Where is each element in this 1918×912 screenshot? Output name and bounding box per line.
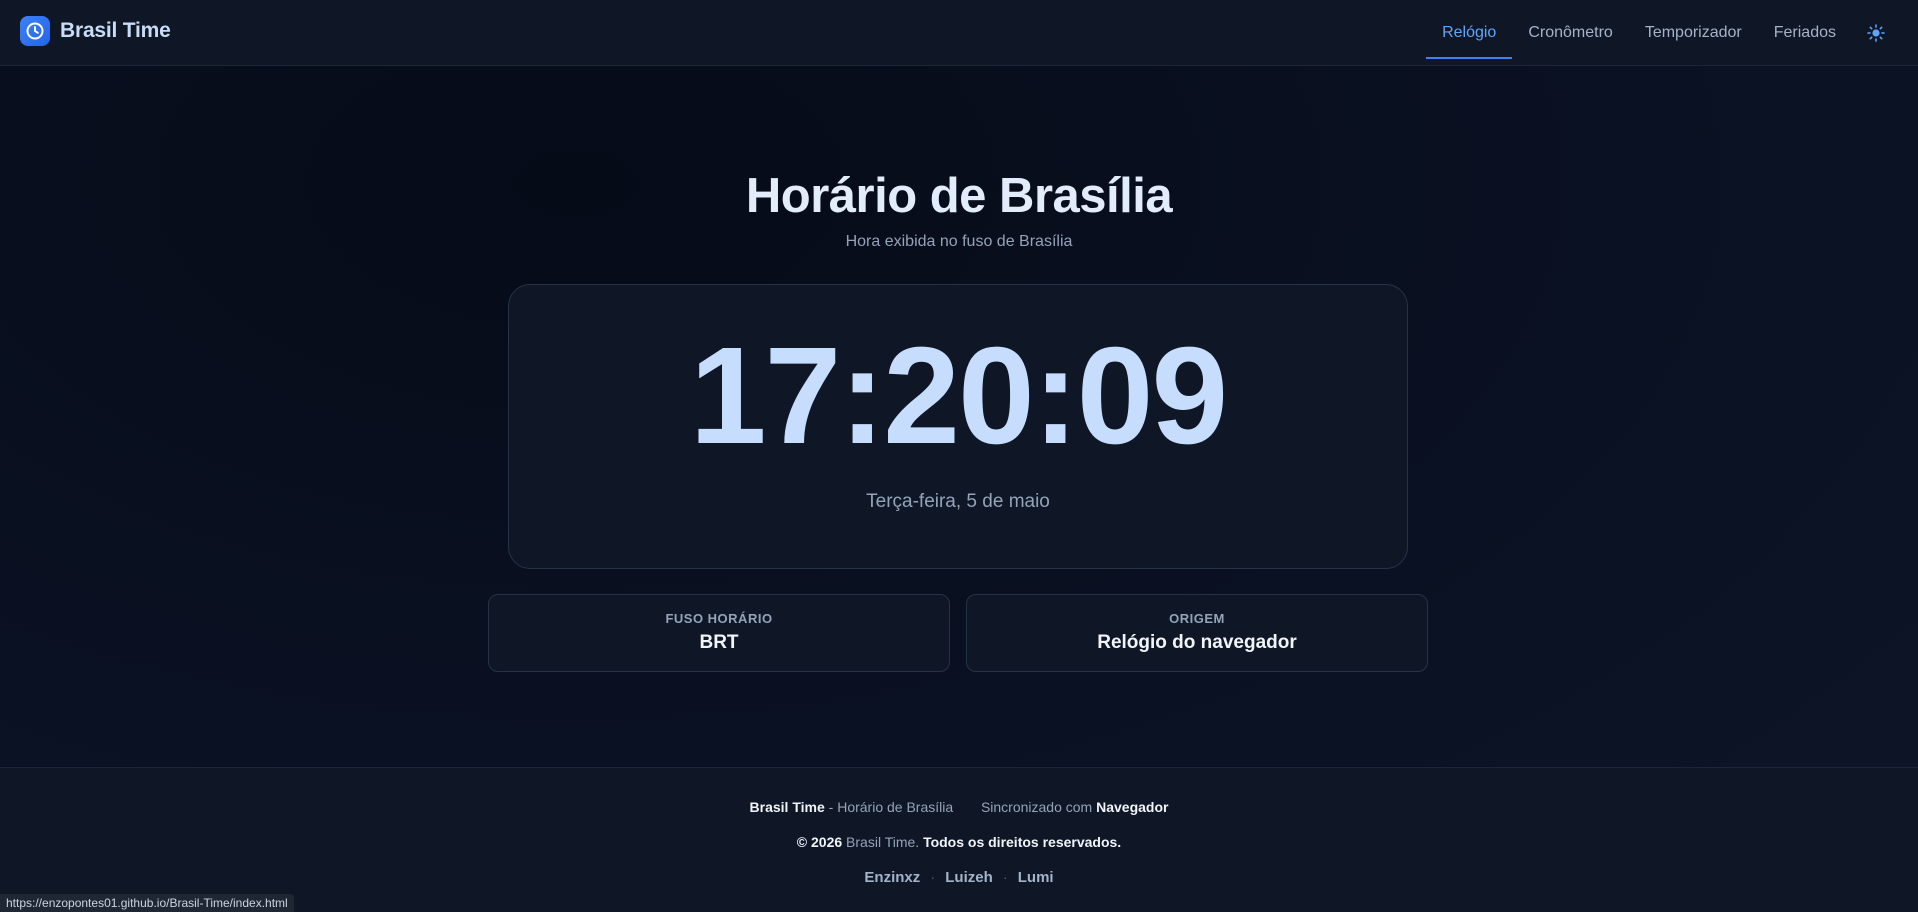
timezone-label: FUSO HORÁRIO bbox=[665, 611, 773, 626]
footer-brand: Brasil Time bbox=[749, 799, 825, 815]
clock-logo-icon bbox=[20, 16, 50, 46]
timezone-card: FUSO HORÁRIO BRT bbox=[488, 594, 950, 672]
theme-toggle-button[interactable] bbox=[1856, 13, 1896, 53]
copyright-prefix: © 2026 bbox=[796, 834, 843, 850]
footer-info: Brasil Time - Horário de Brasília Sincro… bbox=[0, 799, 1918, 815]
origin-label: ORIGEM bbox=[1169, 611, 1225, 626]
credit-link-enzinxz[interactable]: Enzinxz bbox=[864, 869, 920, 886]
footer: Brasil Time - Horário de Brasília Sincro… bbox=[0, 767, 1918, 912]
clock-time: 17:20:09 bbox=[689, 319, 1228, 473]
copyright-suffix: Todos os direitos reservados. bbox=[923, 834, 1122, 850]
brand[interactable]: Brasil Time bbox=[20, 16, 171, 46]
brand-name: Brasil Time bbox=[60, 19, 171, 42]
timezone-value: BRT bbox=[699, 632, 739, 653]
nav-item-feriados[interactable]: Feriados bbox=[1758, 7, 1852, 59]
nav-item-temporizador[interactable]: Temporizador bbox=[1629, 7, 1758, 59]
separator-dot: · bbox=[1002, 869, 1008, 886]
page-title: Horário de Brasília bbox=[745, 169, 1173, 223]
separator-dot: · bbox=[930, 869, 936, 886]
status-bar-url: https://enzopontes01.github.io/Brasil-Ti… bbox=[0, 894, 294, 912]
credit-link-lumi[interactable]: Lumi bbox=[1018, 869, 1054, 886]
copyright-brand: Brasil Time. bbox=[846, 834, 920, 850]
footer-copyright: © 2026 Brasil Time. Todos os direitos re… bbox=[0, 834, 1918, 850]
page-subtitle: Hora exibida no fuso de Brasília bbox=[845, 233, 1073, 250]
footer-credits: Enzinxz · Luizeh · Lumi bbox=[0, 869, 1918, 886]
credit-link-luizeh[interactable]: Luizeh bbox=[945, 869, 993, 886]
footer-sync-label: Sincronizado com bbox=[980, 799, 1093, 815]
main-nav: Relógio Cronômetro Temporizador Feriados bbox=[1426, 0, 1918, 66]
footer-brand-desc: - Horário de Brasília bbox=[824, 799, 954, 815]
nav-item-cronometro[interactable]: Cronômetro bbox=[1512, 7, 1628, 59]
nav-item-relogio[interactable]: Relógio bbox=[1426, 7, 1513, 59]
top-navbar: Brasil Time Relógio Cronômetro Temporiza… bbox=[0, 0, 1918, 66]
sun-icon bbox=[1867, 24, 1885, 42]
origin-value: Relógio do navegador bbox=[1097, 632, 1297, 653]
origin-card: ORIGEM Relógio do navegador bbox=[966, 594, 1428, 672]
clock-card: 17:20:09 Terça-feira, 5 de maio bbox=[508, 284, 1408, 569]
footer-sync-value: Navegador bbox=[1096, 799, 1169, 815]
clock-date: Terça-feira, 5 de maio bbox=[866, 491, 1050, 512]
